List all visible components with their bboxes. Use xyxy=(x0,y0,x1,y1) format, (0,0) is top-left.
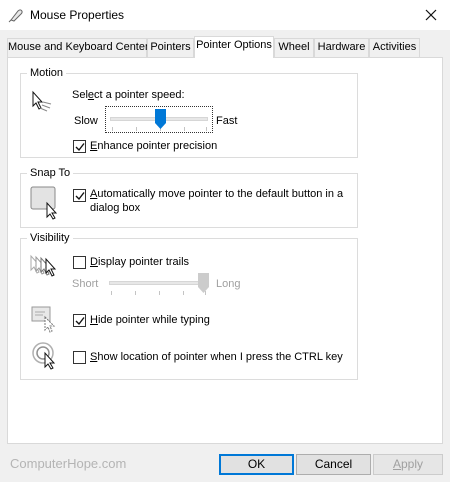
slider-track xyxy=(109,281,207,285)
motion-group-label: Motion xyxy=(27,67,67,80)
snap-to-label-line2: dialog box xyxy=(90,202,141,214)
tab-label: Activities xyxy=(372,41,417,53)
pointer-speed-icon xyxy=(31,90,55,115)
long-label: Long xyxy=(216,278,241,290)
tab-label: Pointer Options xyxy=(196,39,272,51)
apply-button[interactable]: Apply xyxy=(373,454,443,475)
slider-thumb[interactable] xyxy=(155,109,166,132)
slider-tick xyxy=(183,291,184,295)
watermark: ComputerHope.com xyxy=(10,456,127,471)
tab-hardware[interactable]: Hardware xyxy=(314,38,369,57)
hide-pointer-checkbox[interactable] xyxy=(73,314,86,327)
pointer-options-panel: Motion Select a pointer speed: Slow Fast… xyxy=(7,57,443,444)
tab-pointers[interactable]: Pointers xyxy=(147,38,194,57)
slider-tick xyxy=(184,127,185,131)
motion-group: Motion Select a pointer speed: Slow Fast… xyxy=(20,67,358,158)
tab-label: Mouse and Keyboard Center xyxy=(8,41,149,53)
tab-label: Pointers xyxy=(150,41,191,53)
tab-activities[interactable]: Activities xyxy=(369,38,420,57)
slider-tick xyxy=(159,291,160,295)
mouse-icon xyxy=(8,7,24,23)
window-title: Mouse Properties xyxy=(30,8,125,22)
hide-pointer-label: Hide pointer while typing xyxy=(90,314,210,326)
snap-to-label-line1: Automatically move pointer to the defaul… xyxy=(90,188,344,200)
tab-strip: Mouse and Keyboard Center Pointers Point… xyxy=(7,36,443,58)
slider-tick xyxy=(136,127,137,131)
pointer-speed-label: Select a pointer speed: xyxy=(72,89,185,101)
short-label: Short xyxy=(72,278,99,290)
pointer-trails-icon xyxy=(29,253,65,284)
snap-to-checkbox[interactable] xyxy=(73,189,86,202)
show-location-icon xyxy=(31,341,61,374)
fast-label: Fast xyxy=(216,115,238,127)
tab-pointer-options[interactable]: Pointer Options xyxy=(194,36,274,58)
slow-label: Slow xyxy=(74,115,98,127)
tab-wheel[interactable]: Wheel xyxy=(274,38,314,57)
cancel-button[interactable]: Cancel xyxy=(296,454,371,475)
pointer-trails-checkbox[interactable] xyxy=(73,256,86,269)
checkmark-icon xyxy=(75,317,85,326)
tab-label: Wheel xyxy=(278,41,310,53)
visibility-group-label: Visibility xyxy=(27,232,73,245)
show-location-checkbox[interactable] xyxy=(73,351,86,364)
tab-label: Hardware xyxy=(317,41,366,53)
slider-tick xyxy=(112,127,113,131)
tab-mouse-and-keyboard-center[interactable]: Mouse and Keyboard Center xyxy=(7,38,149,57)
checkmark-icon xyxy=(75,192,85,201)
close-icon xyxy=(425,9,437,21)
slider-thumb[interactable] xyxy=(198,273,209,296)
slider-tick xyxy=(135,291,136,295)
hide-pointer-icon xyxy=(31,305,61,338)
snap-to-group-label: Snap To xyxy=(27,167,74,180)
pointer-speed-slider[interactable] xyxy=(105,106,213,133)
pointer-trails-label: Display pointer trails xyxy=(90,256,190,268)
mouse-properties-window: Mouse Properties Mouse and Keyboard Cent… xyxy=(0,0,450,482)
enhance-precision-checkbox[interactable] xyxy=(73,140,86,153)
title-bar: Mouse Properties xyxy=(0,0,450,30)
slider-tick xyxy=(206,127,207,131)
snap-to-button-icon xyxy=(30,186,64,223)
slider-tick xyxy=(111,291,112,295)
checkmark-icon xyxy=(75,143,85,152)
visibility-group: Visibility Display pointer trails Short xyxy=(20,232,358,380)
pointer-trails-slider[interactable] xyxy=(105,271,213,298)
enhance-precision-label: Enhance pointer precision xyxy=(90,140,218,152)
close-button[interactable] xyxy=(412,0,450,30)
snap-to-group: Snap To Automatically move pointer to th… xyxy=(20,167,358,228)
ok-button[interactable]: OK xyxy=(219,454,294,475)
show-location-label: Show location of pointer when I press th… xyxy=(90,351,343,363)
